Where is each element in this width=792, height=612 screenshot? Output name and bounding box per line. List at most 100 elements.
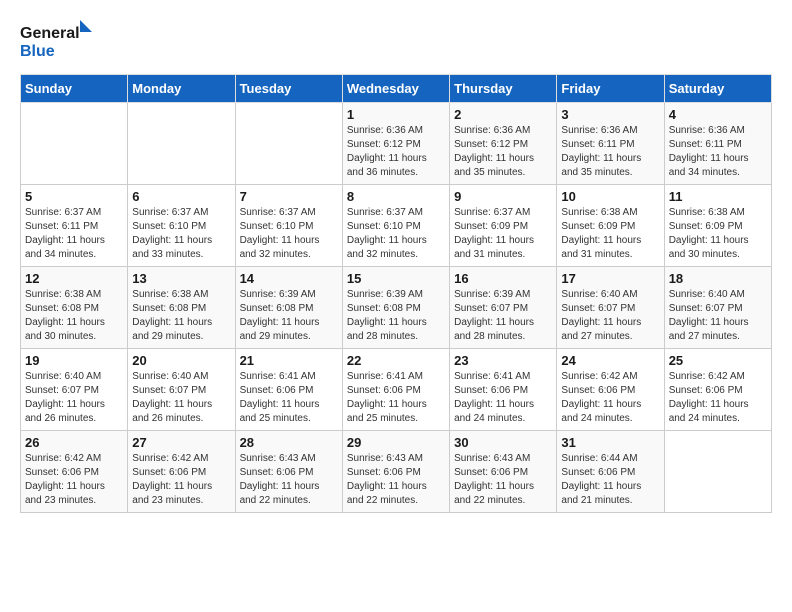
day-number: 12 [25, 271, 123, 286]
calendar-cell: 25 Sunrise: 6:42 AM Sunset: 6:06 PM Dayli… [664, 349, 771, 431]
day-number: 9 [454, 189, 552, 204]
day-number: 4 [669, 107, 767, 122]
day-info: Sunrise: 6:38 AM Sunset: 6:09 PM Dayligh… [561, 206, 659, 262]
logo: GeneralBlue [20, 20, 100, 64]
day-number: 19 [25, 353, 123, 368]
calendar-cell: 14Sunrise: 6:39 AM Sunset: 6:08 PM Dayli… [235, 267, 342, 349]
day-number: 29 [347, 435, 445, 450]
calendar-week-row: 1 Sunrise: 6:36 AM Sunset: 6:12 PM Daylig… [21, 103, 772, 185]
weekday-header: Saturday [664, 75, 771, 103]
day-info: Sunrise: 6:37 AM Sunset: 6:10 PM Dayligh… [240, 206, 338, 262]
day-info: Sunrise: 6:36 AM Sunset: 6:12 PM Dayligh… [454, 124, 552, 180]
weekday-header: Monday [128, 75, 235, 103]
day-info: Sunrise: 6:41 AM Sunset: 6:06 PM Dayligh… [240, 370, 338, 426]
day-info: Sunrise: 6:40 AM Sunset: 6:07 PM Dayligh… [25, 370, 123, 426]
day-info: Sunrise: 6:44 AM Sunset: 6:06 PM Dayligh… [561, 452, 659, 508]
day-number: 2 [454, 107, 552, 122]
calendar-cell [128, 103, 235, 185]
day-info: Sunrise: 6:37 AM Sunset: 6:11 PM Dayligh… [25, 206, 123, 262]
day-info: Sunrise: 6:37 AM Sunset: 6:09 PM Dayligh… [454, 206, 552, 262]
day-info: Sunrise: 6:42 AM Sunset: 6:06 PM Dayligh… [669, 370, 767, 426]
calendar-cell: 9 Sunrise: 6:37 AM Sunset: 6:09 PM Daylig… [450, 185, 557, 267]
calendar-cell: 21 Sunrise: 6:41 AM Sunset: 6:06 PM Dayli… [235, 349, 342, 431]
weekday-header: Friday [557, 75, 664, 103]
day-number: 28 [240, 435, 338, 450]
day-info: Sunrise: 6:38 AM Sunset: 6:08 PM Dayligh… [132, 288, 230, 344]
weekday-header: Thursday [450, 75, 557, 103]
logo-svg: GeneralBlue [20, 20, 100, 64]
day-info: Sunrise: 6:38 AM Sunset: 6:09 PM Dayligh… [669, 206, 767, 262]
calendar-cell: 2 Sunrise: 6:36 AM Sunset: 6:12 PM Daylig… [450, 103, 557, 185]
calendar-cell: 13 Sunrise: 6:38 AM Sunset: 6:08 PM Dayli… [128, 267, 235, 349]
day-number: 15 [347, 271, 445, 286]
calendar-cell: 18 Sunrise: 6:40 AM Sunset: 6:07 PM Dayli… [664, 267, 771, 349]
day-number: 26 [25, 435, 123, 450]
svg-text:Blue: Blue [20, 43, 55, 60]
svg-text:General: General [20, 25, 80, 42]
calendar-cell: 6 Sunrise: 6:37 AM Sunset: 6:10 PM Daylig… [128, 185, 235, 267]
day-info: Sunrise: 6:43 AM Sunset: 6:06 PM Dayligh… [454, 452, 552, 508]
calendar-cell: 28 Sunrise: 6:43 AM Sunset: 6:06 PM Dayli… [235, 431, 342, 513]
calendar-cell [21, 103, 128, 185]
day-info: Sunrise: 6:40 AM Sunset: 6:07 PM Dayligh… [132, 370, 230, 426]
day-info: Sunrise: 6:36 AM Sunset: 6:11 PM Dayligh… [669, 124, 767, 180]
calendar-table: SundayMondayTuesdayWednesdayThursdayFrid… [20, 74, 772, 513]
calendar-cell: 26 Sunrise: 6:42 AM Sunset: 6:06 PM Dayli… [21, 431, 128, 513]
day-number: 6 [132, 189, 230, 204]
calendar-cell [235, 103, 342, 185]
day-number: 8 [347, 189, 445, 204]
weekday-header: Sunday [21, 75, 128, 103]
day-info: Sunrise: 6:36 AM Sunset: 6:11 PM Dayligh… [561, 124, 659, 180]
day-number: 10 [561, 189, 659, 204]
day-info: Sunrise: 6:37 AM Sunset: 6:10 PM Dayligh… [347, 206, 445, 262]
day-number: 23 [454, 353, 552, 368]
calendar-cell [664, 431, 771, 513]
day-number: 18 [669, 271, 767, 286]
day-info: Sunrise: 6:40 AM Sunset: 6:07 PM Dayligh… [669, 288, 767, 344]
day-number: 11 [669, 189, 767, 204]
calendar-cell: 11 Sunrise: 6:38 AM Sunset: 6:09 PM Dayli… [664, 185, 771, 267]
day-number: 31 [561, 435, 659, 450]
day-number: 20 [132, 353, 230, 368]
calendar-cell: 7 Sunrise: 6:37 AM Sunset: 6:10 PM Daylig… [235, 185, 342, 267]
calendar-cell: 4 Sunrise: 6:36 AM Sunset: 6:11 PM Daylig… [664, 103, 771, 185]
day-info: Sunrise: 6:39 AM Sunset: 6:08 PM Dayligh… [347, 288, 445, 344]
calendar-cell: 29 Sunrise: 6:43 AM Sunset: 6:06 PM Dayli… [342, 431, 449, 513]
calendar-cell: 23 Sunrise: 6:41 AM Sunset: 6:06 PM Dayli… [450, 349, 557, 431]
day-info: Sunrise: 6:43 AM Sunset: 6:06 PM Dayligh… [347, 452, 445, 508]
calendar-cell: 5Sunrise: 6:37 AM Sunset: 6:11 PM Daylig… [21, 185, 128, 267]
day-number: 13 [132, 271, 230, 286]
day-number: 1 [347, 107, 445, 122]
calendar-week-row: 12 Sunrise: 6:38 AM Sunset: 6:08 PM Dayli… [21, 267, 772, 349]
calendar-cell: 27Sunrise: 6:42 AM Sunset: 6:06 PM Dayli… [128, 431, 235, 513]
day-number: 22 [347, 353, 445, 368]
calendar-cell: 17 Sunrise: 6:40 AM Sunset: 6:07 PM Dayli… [557, 267, 664, 349]
calendar-cell: 22 Sunrise: 6:41 AM Sunset: 6:06 PM Dayli… [342, 349, 449, 431]
day-number: 27 [132, 435, 230, 450]
page-header: GeneralBlue [20, 20, 772, 64]
day-info: Sunrise: 6:37 AM Sunset: 6:10 PM Dayligh… [132, 206, 230, 262]
calendar-cell: 12 Sunrise: 6:38 AM Sunset: 6:08 PM Dayli… [21, 267, 128, 349]
day-number: 7 [240, 189, 338, 204]
day-info: Sunrise: 6:41 AM Sunset: 6:06 PM Dayligh… [454, 370, 552, 426]
calendar-cell: 20 Sunrise: 6:40 AM Sunset: 6:07 PM Dayli… [128, 349, 235, 431]
day-number: 17 [561, 271, 659, 286]
calendar-cell: 19 Sunrise: 6:40 AM Sunset: 6:07 PM Dayli… [21, 349, 128, 431]
day-info: Sunrise: 6:40 AM Sunset: 6:07 PM Dayligh… [561, 288, 659, 344]
day-info: Sunrise: 6:38 AM Sunset: 6:08 PM Dayligh… [25, 288, 123, 344]
calendar-cell: 15 Sunrise: 6:39 AM Sunset: 6:08 PM Dayli… [342, 267, 449, 349]
calendar-cell: 8 Sunrise: 6:37 AM Sunset: 6:10 PM Daylig… [342, 185, 449, 267]
day-number: 24 [561, 353, 659, 368]
calendar-week-row: 5Sunrise: 6:37 AM Sunset: 6:11 PM Daylig… [21, 185, 772, 267]
day-number: 14 [240, 271, 338, 286]
calendar-week-row: 26 Sunrise: 6:42 AM Sunset: 6:06 PM Dayli… [21, 431, 772, 513]
day-info: Sunrise: 6:42 AM Sunset: 6:06 PM Dayligh… [25, 452, 123, 508]
day-info: Sunrise: 6:43 AM Sunset: 6:06 PM Dayligh… [240, 452, 338, 508]
day-number: 25 [669, 353, 767, 368]
calendar-cell: 24Sunrise: 6:42 AM Sunset: 6:06 PM Dayli… [557, 349, 664, 431]
day-number: 21 [240, 353, 338, 368]
calendar-cell: 1Sunrise: 6:36 AM Sunset: 6:12 PM Daylig… [342, 103, 449, 185]
day-info: Sunrise: 6:41 AM Sunset: 6:06 PM Dayligh… [347, 370, 445, 426]
day-number: 16 [454, 271, 552, 286]
weekday-header: Wednesday [342, 75, 449, 103]
